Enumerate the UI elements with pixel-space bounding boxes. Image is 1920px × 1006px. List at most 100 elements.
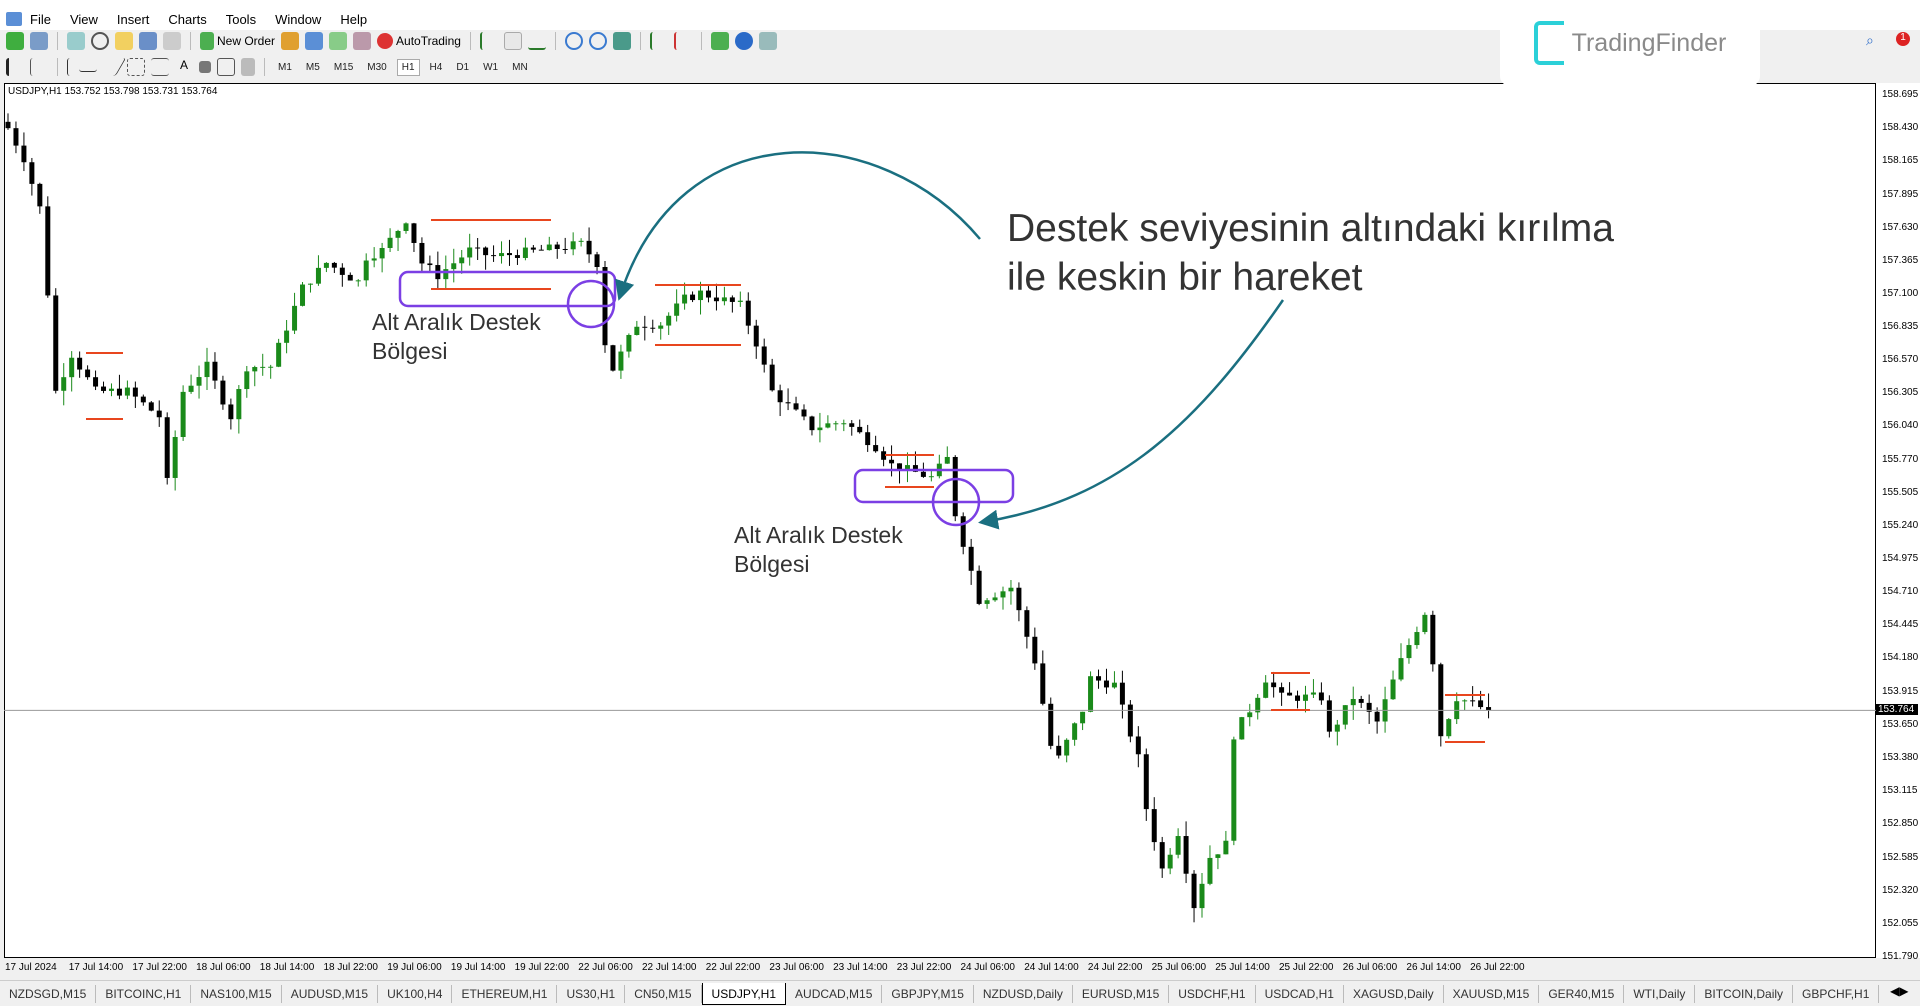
candle-body — [395, 230, 401, 238]
candle-body — [1295, 695, 1301, 701]
candle — [705, 285, 711, 303]
candle-body — [1143, 754, 1149, 810]
candle-body — [69, 357, 75, 378]
candle — [1430, 610, 1436, 672]
candle-body — [920, 471, 926, 477]
candle-body — [156, 410, 162, 418]
candle — [1183, 821, 1189, 884]
candle-body — [1263, 682, 1269, 698]
candle — [682, 282, 688, 310]
candle — [1024, 606, 1030, 649]
chart-tab[interactable]: BITCOINC,H1 — [96, 984, 192, 1003]
candle — [148, 401, 154, 412]
candle-body — [1080, 711, 1086, 724]
candle-body — [204, 361, 210, 378]
chart-tab[interactable]: ETHEREUM,H1 — [452, 984, 558, 1003]
chart-tab[interactable]: NZDUSD,Daily — [974, 984, 1073, 1003]
candle-body — [793, 403, 799, 410]
candle — [1326, 695, 1332, 738]
candle — [1151, 797, 1157, 851]
candle-body — [737, 300, 743, 302]
candle — [451, 248, 457, 283]
chart-tab[interactable]: NAS100,M15 — [191, 984, 282, 1003]
chart-tab[interactable]: EURUSD,M15 — [1073, 984, 1170, 1003]
candle-body — [753, 325, 759, 347]
candle-body — [538, 249, 544, 251]
chart-tab[interactable]: UK100,H4 — [378, 984, 453, 1003]
candle — [785, 388, 791, 411]
candle-body — [530, 247, 536, 250]
candle — [984, 598, 990, 609]
chart-tab[interactable]: BITCOIN,Daily — [1695, 984, 1794, 1003]
candle-body — [1000, 591, 1006, 598]
candle-body — [1414, 632, 1420, 646]
chart-tab[interactable]: USDJPY,H1 — [701, 982, 787, 1005]
candle-body — [1111, 682, 1117, 688]
candle-body — [93, 377, 99, 387]
chart-tab[interactable]: WTI,Daily — [1624, 984, 1696, 1003]
candle-body — [817, 427, 823, 431]
candle — [1119, 670, 1125, 719]
candle-body — [650, 327, 656, 329]
candle — [459, 250, 465, 274]
candle-body — [1151, 809, 1157, 843]
candle-body — [315, 267, 321, 284]
chart-tab[interactable]: CN50,M15 — [625, 984, 702, 1003]
candle — [260, 353, 266, 376]
candle-body — [132, 387, 138, 397]
candle-body — [1390, 679, 1396, 700]
candle-body — [634, 326, 640, 335]
chart-tab[interactable]: USDCHF,H1 — [1169, 984, 1256, 1003]
candle-body — [260, 366, 266, 368]
candle-body — [721, 297, 727, 302]
chart-tab[interactable]: GBPCHF,H1 — [1793, 984, 1880, 1003]
candle — [307, 283, 313, 293]
candle-body — [1358, 699, 1364, 703]
candle — [881, 446, 887, 467]
candle-body — [1159, 842, 1165, 869]
candle — [395, 229, 401, 252]
candle-body — [1430, 614, 1436, 665]
candle-body — [1096, 676, 1102, 681]
candle — [1096, 669, 1102, 689]
candle — [1016, 582, 1022, 622]
chart-tab[interactable]: XAUUSD,M15 — [1444, 984, 1540, 1003]
candle-body — [785, 402, 791, 404]
chart-tab[interactable]: XAGUSD,Daily — [1344, 984, 1444, 1003]
chart-tab[interactable]: USDCAD,H1 — [1256, 984, 1344, 1003]
candle-body — [411, 223, 417, 243]
candle — [1263, 675, 1269, 699]
candle-body — [387, 237, 393, 248]
candle — [300, 281, 306, 307]
candle — [1279, 682, 1285, 706]
zone1-label: Alt Aralık Destek Bölgesi — [372, 308, 541, 366]
chart-tab[interactable]: GBPJPY,M15 — [882, 984, 974, 1003]
candle-body — [729, 297, 735, 302]
candle — [1422, 612, 1428, 635]
candle — [1358, 695, 1364, 709]
tab-scroll-arrows-icon[interactable]: ◀▶ — [1890, 984, 1908, 998]
candle-body — [188, 385, 194, 392]
candle — [936, 454, 942, 479]
candle-body — [514, 255, 520, 258]
candle-body — [873, 445, 879, 452]
candle-body — [77, 357, 83, 370]
candle-body — [992, 597, 998, 601]
candle-body — [562, 248, 568, 250]
candle-body — [53, 295, 59, 391]
candle — [212, 352, 218, 389]
chart-tab[interactable]: GER40,M15 — [1539, 984, 1625, 1003]
candle-body — [658, 325, 664, 329]
chart-tab[interactable]: AUDUSD,M15 — [282, 984, 379, 1003]
candle-body — [698, 290, 704, 301]
candle-body — [1279, 687, 1285, 693]
candle — [1255, 694, 1261, 720]
chart-tab[interactable]: AUDCAD,M15 — [786, 984, 883, 1003]
candle-body — [610, 345, 616, 371]
chart-tab[interactable]: US30,H1 — [557, 984, 626, 1003]
candle-body — [459, 257, 465, 264]
chart-tab[interactable]: NZDSGD,M15 — [0, 984, 97, 1003]
candle — [1048, 697, 1054, 750]
candle-body — [307, 283, 313, 285]
candle-body — [1223, 840, 1229, 855]
